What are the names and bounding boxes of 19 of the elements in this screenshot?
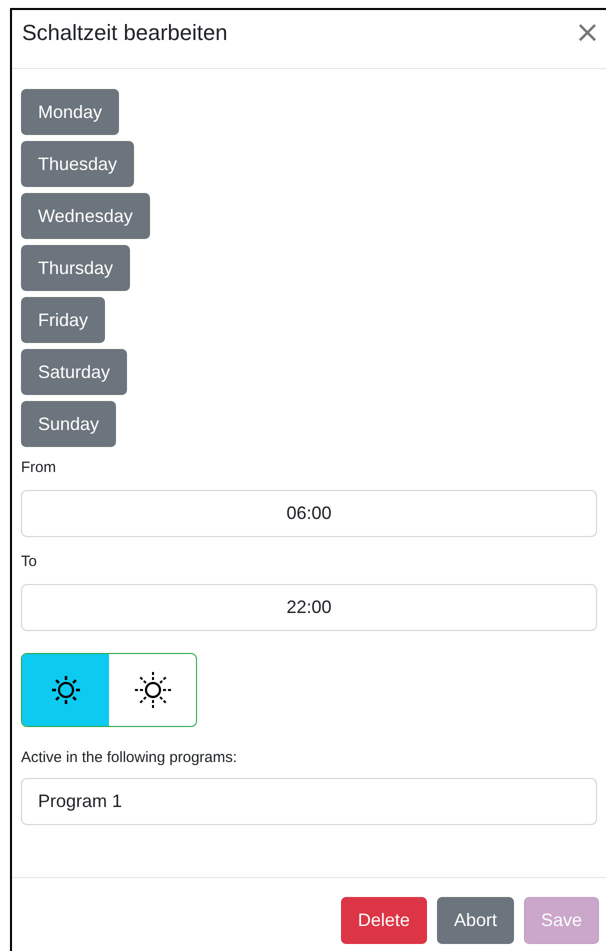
to-label: To <box>21 553 37 570</box>
day-toggle-button[interactable]: Thursday <box>21 245 130 291</box>
from-time-field[interactable]: 06:00 <box>21 490 597 537</box>
delete-button[interactable]: Delete <box>340 897 427 944</box>
day-toggle-button[interactable]: Friday <box>21 297 106 343</box>
close-button[interactable]: × <box>574 20 600 46</box>
to-time-field[interactable]: 22:00 <box>21 584 597 631</box>
day-toggle-button[interactable]: Sunday <box>21 401 116 447</box>
abort-button[interactable]: Abort <box>436 897 514 944</box>
mode-button[interactable] <box>22 654 109 726</box>
dialog-title: Schaltzeit bearbeiten <box>22 20 228 46</box>
day-toggle-button[interactable]: Thuesday <box>21 141 134 187</box>
sun-icon <box>132 670 172 710</box>
program-field[interactable]: Program 1 <box>21 778 597 825</box>
day-toggle-button[interactable]: Saturday <box>21 349 128 395</box>
programs-label: Active in the following programs: <box>21 749 237 766</box>
day-toggle-button[interactable]: Wednesday <box>21 193 150 239</box>
day-toggle-button[interactable]: Monday <box>21 89 120 135</box>
from-label: From <box>21 459 56 476</box>
